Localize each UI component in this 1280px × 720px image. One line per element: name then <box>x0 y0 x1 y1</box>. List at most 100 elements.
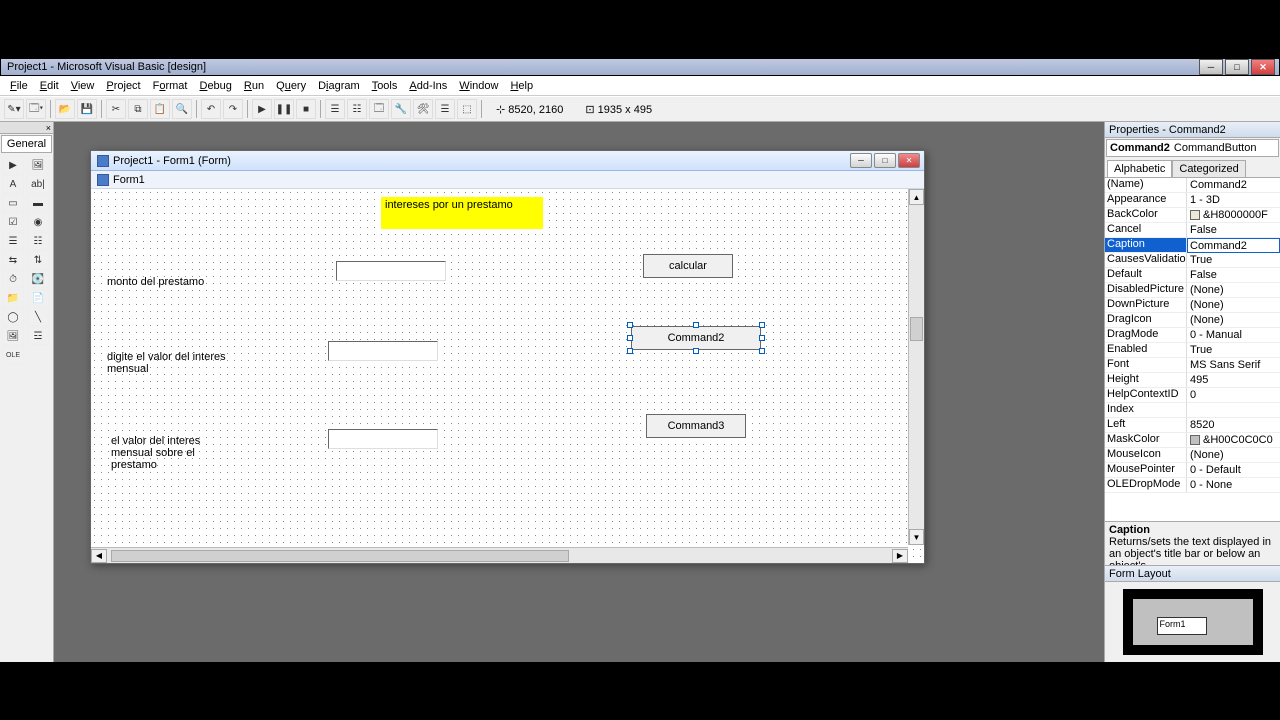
form-layout-monitor[interactable]: Form1 <box>1123 589 1263 655</box>
button-command2[interactable]: Command2 <box>631 326 761 350</box>
menu-run[interactable]: Run <box>238 78 270 94</box>
tool-timer-icon[interactable]: ⏱ <box>2 270 24 288</box>
tool-checkbox-icon[interactable]: ☑ <box>2 213 24 231</box>
menu-addins[interactable]: Add-Ins <box>403 78 453 94</box>
property-row-name[interactable]: (Name)Command2 <box>1105 178 1280 193</box>
scroll-thumb-v[interactable] <box>910 317 923 341</box>
property-row-font[interactable]: FontMS Sans Serif <box>1105 358 1280 373</box>
property-value[interactable]: 0 - None <box>1187 478 1280 493</box>
tool-pointer-icon[interactable]: ▶ <box>2 156 24 174</box>
property-row-disabledpicture[interactable]: DisabledPicture(None) <box>1105 283 1280 298</box>
properties-grid[interactable]: (Name)Command2Appearance1 - 3DBackColor&… <box>1105 178 1280 521</box>
scroll-up-icon[interactable]: ▲ <box>909 189 924 205</box>
tool-frame-icon[interactable]: ▭ <box>2 194 24 212</box>
property-value[interactable]: (None) <box>1187 313 1280 328</box>
tool-picturebox-icon[interactable]: 🖼 <box>27 156 49 174</box>
tb-stop-icon[interactable]: ■ <box>296 99 316 119</box>
tool-hscroll-icon[interactable]: ⇆ <box>2 251 24 269</box>
menu-view[interactable]: View <box>65 78 101 94</box>
tool-ole-icon[interactable]: OLE <box>2 346 24 364</box>
mdi-close-button[interactable]: ✕ <box>898 153 920 168</box>
property-value[interactable]: Command2 <box>1187 178 1280 193</box>
scroll-down-icon[interactable]: ▼ <box>909 529 924 545</box>
resize-handle-se[interactable] <box>759 348 765 354</box>
property-row-mouseicon[interactable]: MouseIcon(None) <box>1105 448 1280 463</box>
menu-edit[interactable]: Edit <box>34 78 65 94</box>
property-row-helpcontextid[interactable]: HelpContextID0 <box>1105 388 1280 403</box>
tb-objectbrowser-icon[interactable]: 🔧 <box>391 99 411 119</box>
property-row-height[interactable]: Height495 <box>1105 373 1280 388</box>
property-value[interactable]: False <box>1187 223 1280 238</box>
property-value[interactable]: True <box>1187 253 1280 268</box>
menu-format[interactable]: Format <box>147 78 194 94</box>
tool-shape-icon[interactable]: ◯ <box>2 308 24 326</box>
tool-line-icon[interactable]: ╲ <box>27 308 49 326</box>
menu-debug[interactable]: Debug <box>193 78 237 94</box>
resize-handle-e[interactable] <box>759 335 765 341</box>
button-calcular[interactable]: calcular <box>643 254 733 278</box>
property-row-maskcolor[interactable]: MaskColor&H00C0C0C0 <box>1105 433 1280 448</box>
properties-object-selector[interactable]: Command2 CommandButton <box>1106 139 1279 157</box>
resize-handle-w[interactable] <box>627 335 633 341</box>
tb-addproject-icon[interactable]: ✎▾ <box>4 99 24 119</box>
property-value[interactable]: 8520 <box>1187 418 1280 433</box>
property-row-backcolor[interactable]: BackColor&H8000000F <box>1105 208 1280 223</box>
toolbox-close[interactable]: × <box>0 122 53 134</box>
property-value[interactable]: (None) <box>1187 448 1280 463</box>
property-row-cancel[interactable]: CancelFalse <box>1105 223 1280 238</box>
form-canvas[interactable]: intereses por un prestamo monto del pres… <box>91 189 924 563</box>
tool-drivelistbox-icon[interactable]: 💽 <box>27 270 49 288</box>
tb-cut-icon[interactable]: ✂ <box>106 99 126 119</box>
tb-toolbox-icon[interactable]: 🛠 <box>413 99 433 119</box>
property-row-causesvalidation[interactable]: CausesValidationTrue <box>1105 253 1280 268</box>
textbox-resultado[interactable] <box>328 429 438 449</box>
menu-tools[interactable]: Tools <box>366 78 404 94</box>
mdi-minimize-button[interactable]: ─ <box>850 153 872 168</box>
property-row-caption[interactable]: CaptionCommand2 <box>1105 238 1280 253</box>
vertical-scrollbar[interactable]: ▲ ▼ <box>908 189 924 545</box>
tb-copy-icon[interactable]: ⧉ <box>128 99 148 119</box>
property-row-appearance[interactable]: Appearance1 - 3D <box>1105 193 1280 208</box>
form-layout-miniform[interactable]: Form1 <box>1157 617 1207 635</box>
label-resultado[interactable]: el valor del interes mensual sobre el pr… <box>111 435 221 471</box>
tb-open-icon[interactable]: 📂 <box>55 99 75 119</box>
minimize-button[interactable]: ─ <box>1199 59 1223 75</box>
tb-paste-icon[interactable]: 📋 <box>150 99 170 119</box>
property-row-dragmode[interactable]: DragMode0 - Manual <box>1105 328 1280 343</box>
tool-filelistbox-icon[interactable]: 📄 <box>27 289 49 307</box>
button-command3[interactable]: Command3 <box>646 414 746 438</box>
tb-formlayout-icon[interactable]: 🗔 <box>369 99 389 119</box>
property-value[interactable]: (None) <box>1187 298 1280 313</box>
property-value[interactable]: True <box>1187 343 1280 358</box>
form-titlebar[interactable]: Form1 <box>91 171 924 189</box>
tool-data-icon[interactable]: ☲ <box>27 327 49 345</box>
property-value[interactable]: (None) <box>1187 283 1280 298</box>
scroll-thumb-h[interactable] <box>111 550 569 562</box>
label-monto[interactable]: monto del prestamo <box>107 276 227 288</box>
property-row-oledropmode[interactable]: OLEDropMode0 - None <box>1105 478 1280 493</box>
property-value[interactable]: 1 - 3D <box>1187 193 1280 208</box>
menu-file[interactable]: File <box>4 78 34 94</box>
tab-alphabetic[interactable]: Alphabetic <box>1107 160 1172 177</box>
property-row-dragicon[interactable]: DragIcon(None) <box>1105 313 1280 328</box>
horizontal-scrollbar[interactable]: ◀ ▶ <box>91 547 908 563</box>
textbox-monto[interactable] <box>336 261 446 281</box>
property-value[interactable]: 0 - Manual <box>1187 328 1280 343</box>
tb-properties-icon[interactable]: ☷ <box>347 99 367 119</box>
tool-combobox-icon[interactable]: ☰ <box>2 232 24 250</box>
mdi-maximize-button[interactable]: □ <box>874 153 896 168</box>
maximize-button[interactable]: □ <box>1225 59 1249 75</box>
property-value[interactable]: 495 <box>1187 373 1280 388</box>
property-row-mousepointer[interactable]: MousePointer0 - Default <box>1105 463 1280 478</box>
tb-find-icon[interactable]: 🔍 <box>172 99 192 119</box>
menu-query[interactable]: Query <box>270 78 312 94</box>
menu-project[interactable]: Project <box>100 78 146 94</box>
resize-handle-n[interactable] <box>693 322 699 328</box>
tool-optionbutton-icon[interactable]: ◉ <box>27 213 49 231</box>
resize-handle-ne[interactable] <box>759 322 765 328</box>
tb-undo-icon[interactable]: ↶ <box>201 99 221 119</box>
property-value[interactable]: 0 - Default <box>1187 463 1280 478</box>
tb-component-icon[interactable]: ⬚ <box>457 99 477 119</box>
tb-project-explorer-icon[interactable]: ☰ <box>325 99 345 119</box>
form-designer-titlebar[interactable]: Project1 - Form1 (Form) ─ □ ✕ <box>91 151 924 171</box>
